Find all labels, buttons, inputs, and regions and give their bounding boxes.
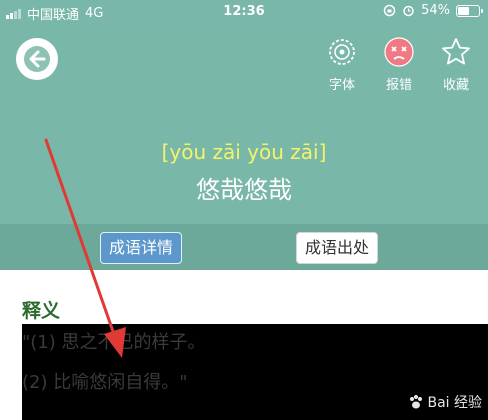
annotation-arrow — [44, 138, 126, 358]
